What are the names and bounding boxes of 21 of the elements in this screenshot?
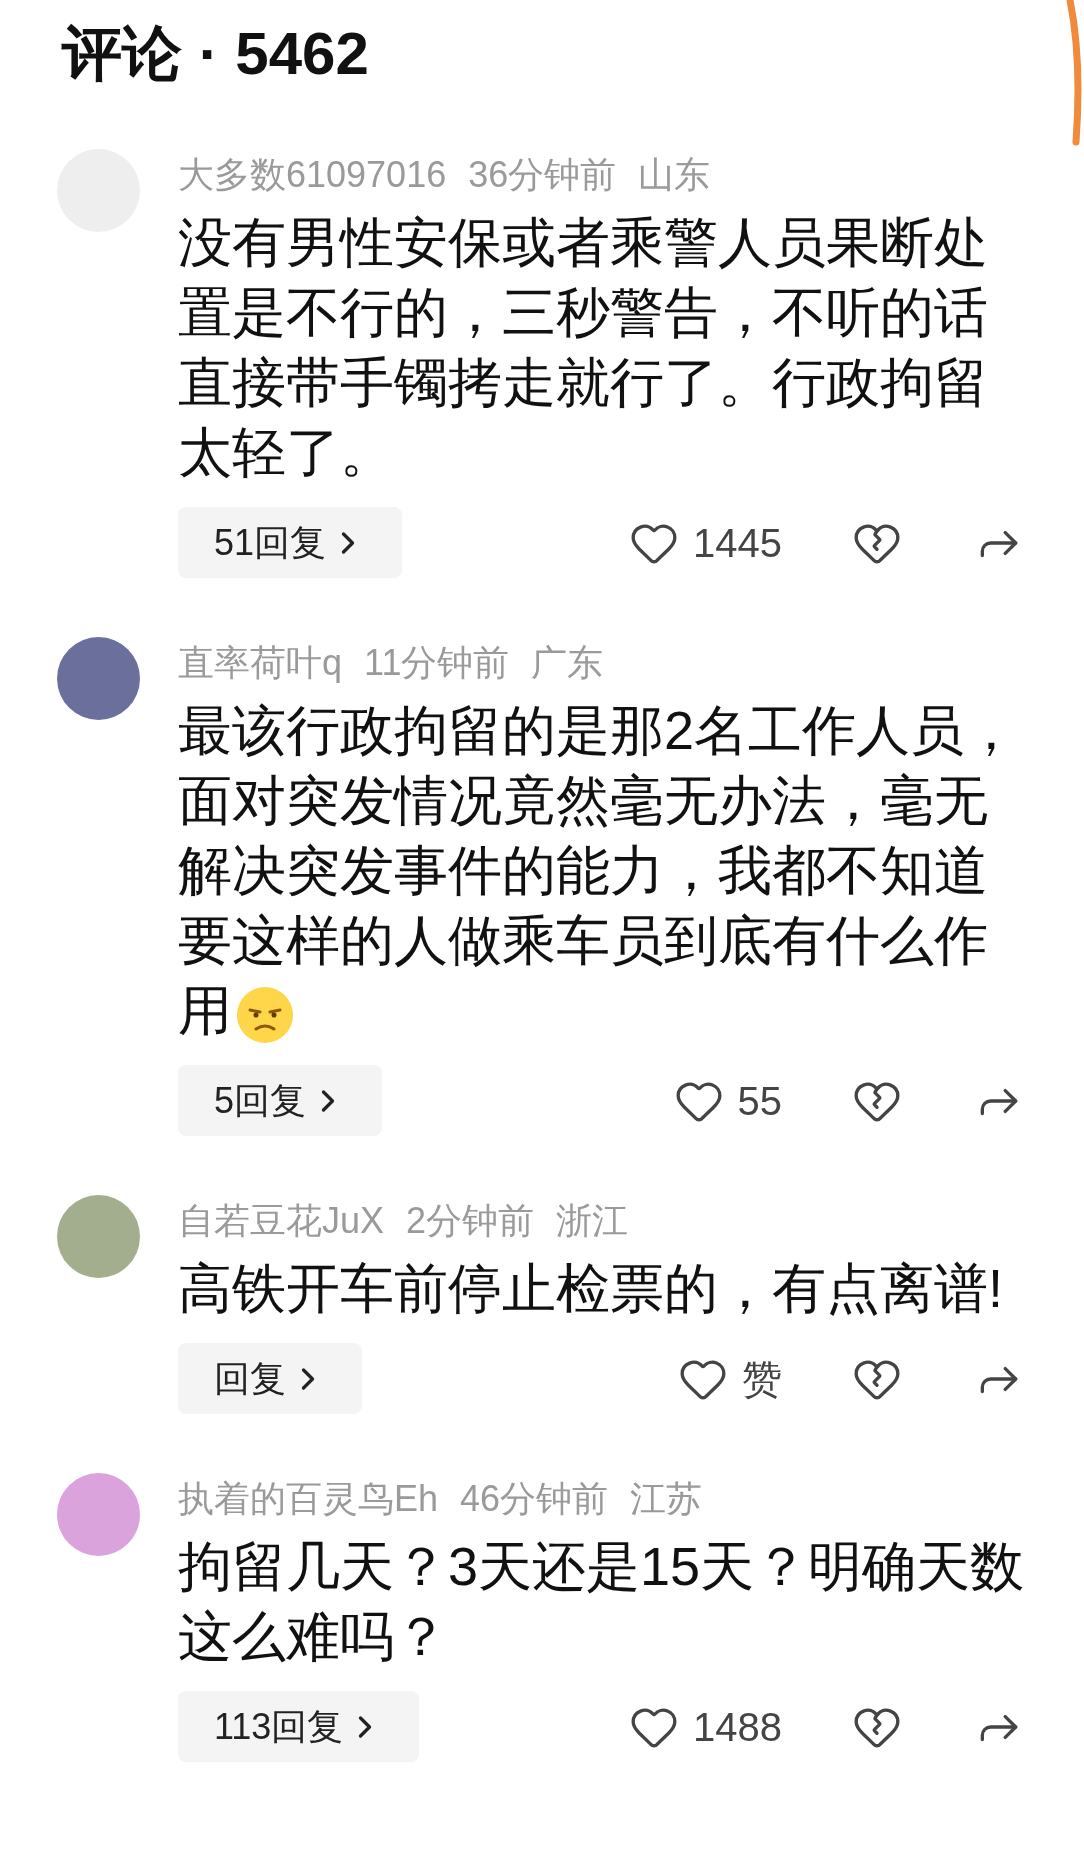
replies-button[interactable]: 113回复 <box>178 1691 420 1762</box>
like-count: 1488 <box>693 1703 782 1751</box>
comment-time: 46分钟前 <box>460 1477 609 1521</box>
comment-region: 浙江 <box>556 1199 629 1243</box>
replies-button[interactable]: 5回复 <box>178 1065 383 1136</box>
comment-region: 广东 <box>531 641 604 685</box>
comment-time: 36分钟前 <box>468 153 617 197</box>
comment-text: 没有男性安保或者乘警人员果断处置是不行的，三秒警告，不听的话直接带手镯拷走就行了。行政拘留太轻了。 <box>178 211 989 484</box>
like-count: 赞 <box>742 1355 782 1403</box>
like-count: 55 <box>737 1077 782 1125</box>
comment-time: 11分钟前 <box>364 641 510 685</box>
comment-region: 江苏 <box>630 1477 703 1521</box>
comments-title: 评论 · 5462 <box>62 19 369 89</box>
like-count: 1445 <box>693 519 782 567</box>
replies-button[interactable]: 回复 <box>178 1343 362 1414</box>
comment-text: 最该行政拘留的是那2名工作人员，面对突发情况竟然毫无办法，毫无解决突发事件的能力，我都不知道要这样的人做乘车员到底有什么作用 <box>178 695 1028 1045</box>
comment-time: 2分钟前 <box>406 1199 535 1243</box>
replies-button[interactable]: 51回复 <box>178 507 403 578</box>
comment-region: 山东 <box>638 153 711 197</box>
comment-text: 高铁开车前停止检票的，有点离谱! <box>178 1257 1004 1320</box>
comment-text: 拘留几天？3天还是15天？明确天数这么难吗？ <box>178 1535 1026 1668</box>
